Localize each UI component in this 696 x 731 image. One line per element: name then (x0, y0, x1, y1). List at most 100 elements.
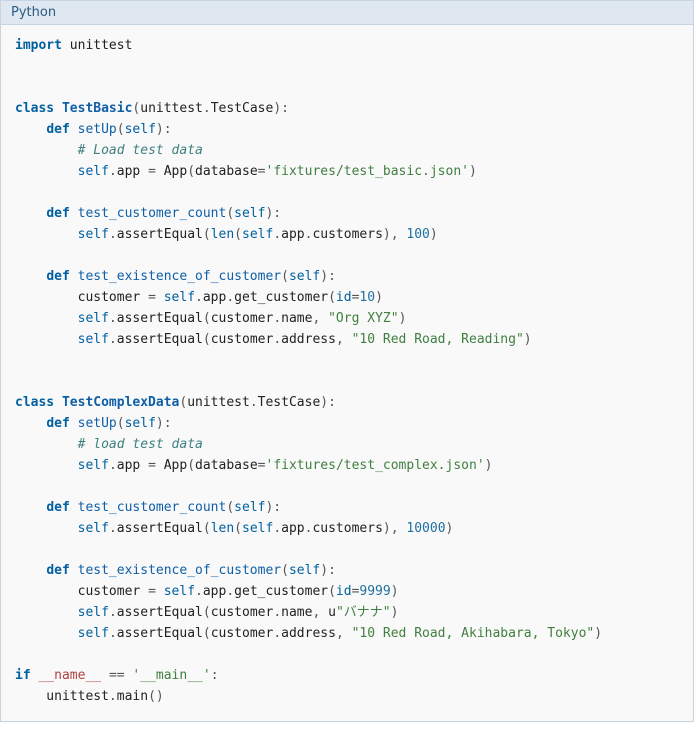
code-token: app (281, 227, 304, 242)
code-token: ( (203, 605, 211, 620)
code-token: ) (375, 290, 383, 305)
code-token (70, 122, 78, 137)
code-token: . (109, 689, 117, 704)
code-token: customer (15, 584, 148, 599)
code-token: ): (273, 101, 289, 116)
code-token (15, 164, 78, 179)
code-token (15, 416, 46, 431)
code-token: = (148, 164, 156, 179)
code-token: '__main__' (132, 668, 210, 683)
code-token: TestCase (211, 101, 274, 116)
code-token: TestComplexData (62, 395, 179, 410)
code-token: ) (430, 227, 438, 242)
code-token: self (78, 227, 109, 242)
code-token: TestBasic (62, 101, 132, 116)
code-token: self (78, 164, 109, 179)
code-token (101, 668, 109, 683)
code-token: test_existence_of_customer (78, 563, 282, 578)
code-token: . (195, 290, 203, 305)
code-token (15, 311, 78, 326)
code-token: app (117, 458, 148, 473)
code-token: customer (211, 626, 274, 641)
code-token (156, 290, 164, 305)
code-token: self (125, 122, 156, 137)
code-token: __name__ (38, 668, 101, 683)
code-token (156, 584, 164, 599)
code-token: . (195, 584, 203, 599)
code-token: ( (203, 332, 211, 347)
code-token (15, 143, 78, 158)
code-token (15, 521, 78, 536)
code-token: ( (234, 227, 242, 242)
code-token: 100 (406, 227, 429, 242)
code-token: = (148, 584, 156, 599)
code-token: ): (156, 416, 172, 431)
code-token: def (46, 122, 69, 137)
code-token: customer (15, 290, 148, 305)
code-token: . (273, 605, 281, 620)
code-token: . (109, 458, 117, 473)
code-token: get_customer (234, 584, 328, 599)
code-token: len (211, 521, 234, 536)
code-token: ) (446, 521, 454, 536)
code-token: ( (234, 521, 242, 536)
code-token: ( (203, 521, 211, 536)
code-token: 'fixtures/test_complex.json' (266, 458, 485, 473)
code-token: len (211, 227, 234, 242)
code-token: . (250, 395, 258, 410)
code-token: 9999 (359, 584, 390, 599)
code-token: self (289, 563, 320, 578)
code-token: self (78, 458, 109, 473)
code-token: ) (391, 584, 399, 599)
code-token (62, 38, 70, 53)
code-token: ) (391, 605, 399, 620)
code-token: ), (383, 521, 406, 536)
code-token: self (164, 290, 195, 305)
code-token: class (15, 395, 54, 410)
code-token: self (234, 500, 265, 515)
code-token: ( (328, 290, 336, 305)
code-token: ( (203, 227, 211, 242)
code-token: app (117, 164, 148, 179)
code-token: . (273, 311, 281, 326)
code-token: . (203, 101, 211, 116)
code-token: u (328, 605, 336, 620)
code-token: self (78, 521, 109, 536)
code-token: assertEqual (117, 311, 203, 326)
code-token: self (164, 584, 195, 599)
code-token: ) (524, 332, 532, 347)
code-token: ( (328, 584, 336, 599)
code-token: () (148, 689, 164, 704)
code-token: ): (265, 206, 281, 221)
code-token: ( (226, 206, 234, 221)
code-token: address (281, 332, 336, 347)
code-token: customer (211, 332, 274, 347)
code-token: . (273, 227, 281, 242)
code-token (15, 122, 46, 137)
code-token: ( (281, 563, 289, 578)
code-token: , (312, 605, 328, 620)
code-token: = (258, 458, 266, 473)
code-token: ), (383, 227, 406, 242)
code-token: unittest (70, 38, 133, 53)
code-token (70, 269, 78, 284)
code-body: import unittest class TestBasic(unittest… (1, 25, 693, 721)
code-token: App (156, 164, 187, 179)
code-token: app (281, 521, 304, 536)
code-token: ( (226, 500, 234, 515)
code-token: assertEqual (117, 332, 203, 347)
code-token: ( (203, 626, 211, 641)
code-token: . (273, 332, 281, 347)
code-token: = (148, 458, 156, 473)
code-token: def (46, 563, 69, 578)
code-token: ): (320, 269, 336, 284)
code-token (15, 626, 78, 641)
code-token (70, 206, 78, 221)
code-token (15, 227, 78, 242)
code-token: 10000 (406, 521, 445, 536)
code-token: = (148, 290, 156, 305)
code-token: , (312, 311, 328, 326)
code-token: def (46, 416, 69, 431)
code-token (15, 437, 78, 452)
code-token: . (273, 521, 281, 536)
